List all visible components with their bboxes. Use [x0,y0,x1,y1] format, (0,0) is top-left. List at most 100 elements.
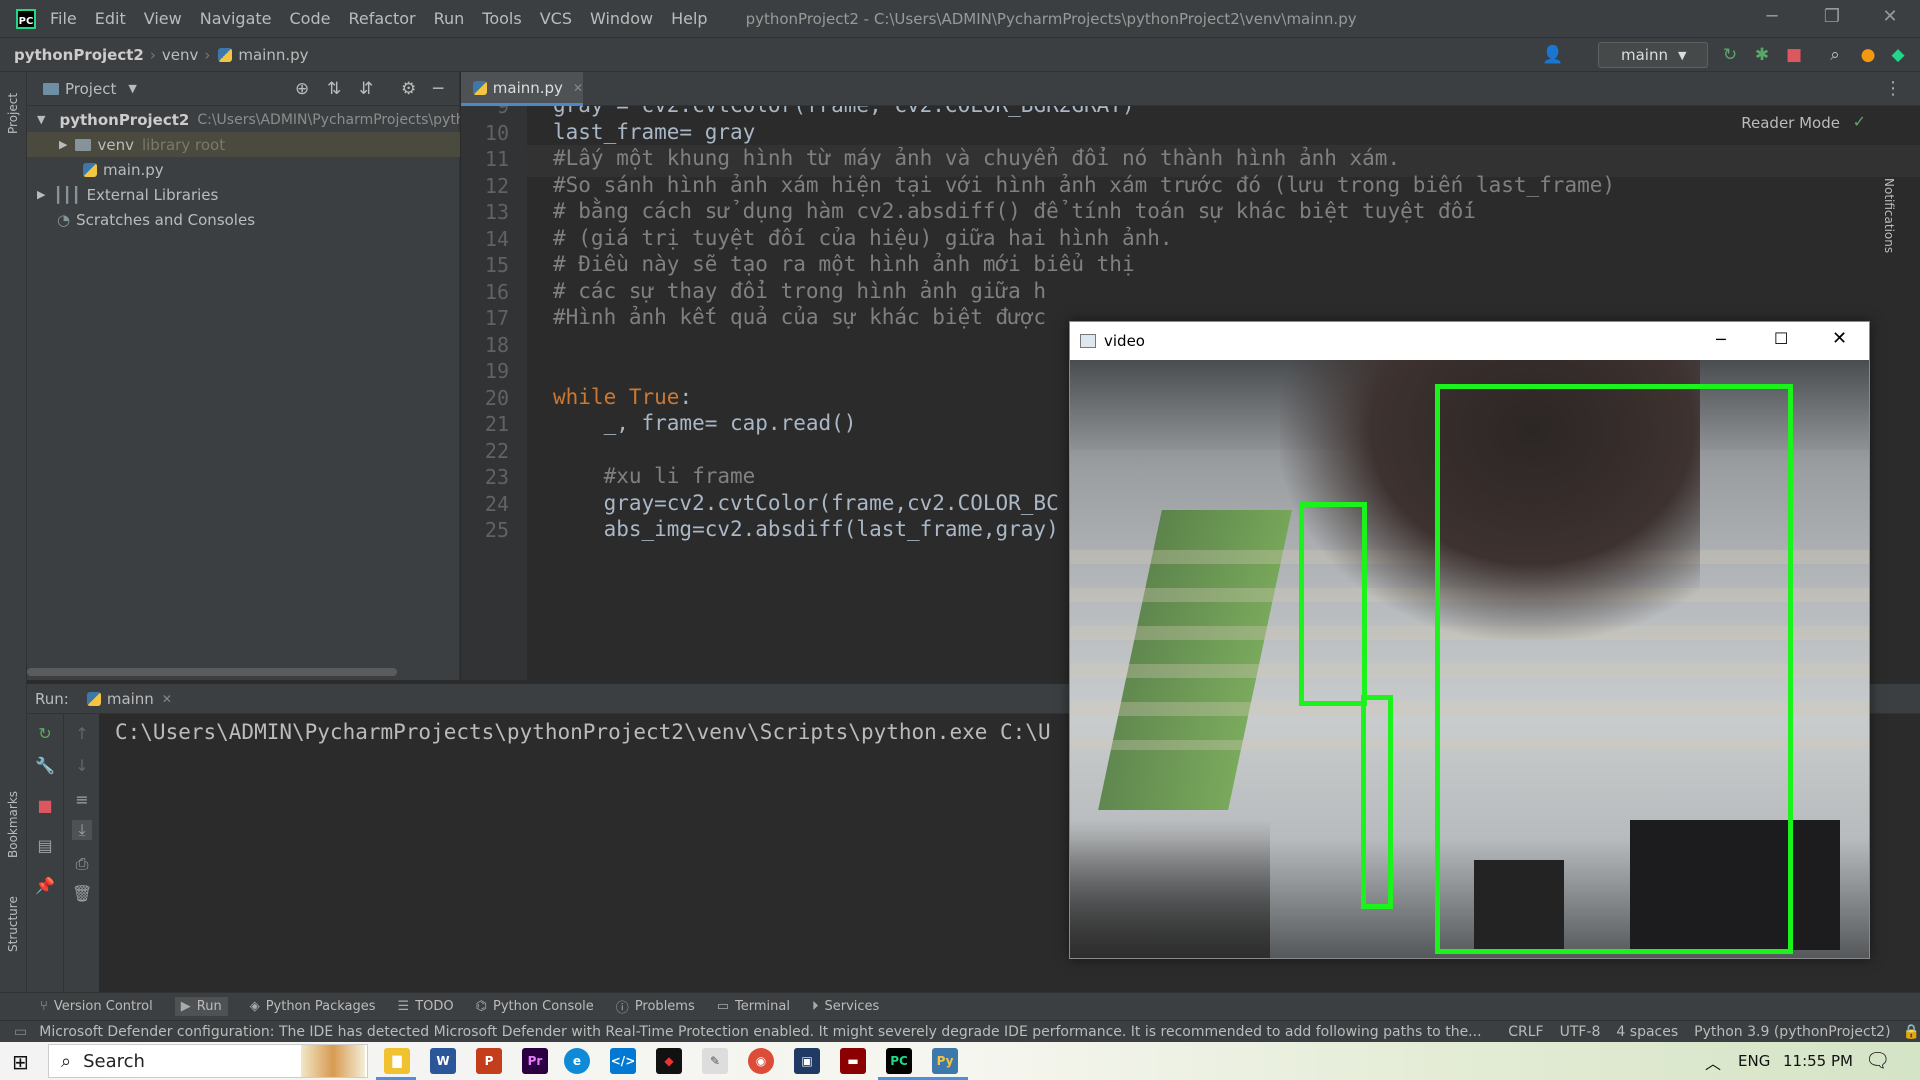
tree-item-root[interactable]: ▼ pythonProject2 C:\Users\ADMIN\PycharmP… [27,107,460,132]
powerpoint-icon[interactable]: P [476,1048,502,1074]
project-panel-title[interactable]: Project [65,80,116,98]
rerun-icon[interactable]: ↻ [35,724,55,744]
tool-tab-problems[interactable]: ⓘ Problems [616,997,695,1016]
menu-vcs[interactable]: VCS [540,9,572,28]
layout-icon[interactable]: ▤ [35,836,55,856]
tool-tab-python-console[interactable]: ⌬ Python Console [476,999,594,1014]
code-line[interactable]: #So sánh hình ảnh xám hiện tại với hình … [553,173,1615,197]
tool-tab-services[interactable]: ⏵ Services [812,999,879,1014]
wrench-icon[interactable]: 🔧 [35,756,55,776]
menu-run[interactable]: Run [434,9,465,28]
pin-icon[interactable]: 📌 [35,876,55,896]
tree-item-external[interactable]: ▶ ┃┃┃ External Libraries [27,182,460,207]
code-line[interactable]: #Lấy một khung hình từ máy ảnh và chuyển… [553,146,1400,170]
menu-view[interactable]: View [144,9,182,28]
tree-item-scratches[interactable]: ◔ Scratches and Consoles [27,207,460,232]
file-encoding[interactable]: UTF-8 [1560,1024,1601,1040]
file-explorer-icon[interactable]: ▇ [384,1048,410,1074]
lock-icon[interactable]: 🔒 [1903,1024,1920,1040]
breadcrumb-project[interactable]: pythonProject2 [14,46,144,64]
indent-setting[interactable]: 4 spaces [1616,1024,1678,1040]
premiere-icon[interactable]: Pr [522,1048,548,1074]
jetbrains-icon[interactable]: ◆ [1888,45,1908,65]
soft-wrap-icon[interactable]: ≡ [72,790,92,810]
run-tab[interactable]: mainn [107,690,154,708]
project-tool-tab[interactable]: Project [6,93,20,134]
tool-tab-terminal[interactable]: ▭ Terminal [717,999,790,1014]
close-tab-icon[interactable]: ✕ [573,81,583,95]
structure-tool-tab[interactable]: Structure [6,896,20,952]
tab-mainn-py[interactable]: mainn.py ✕ [461,72,583,106]
menu-window[interactable]: Window [590,9,653,28]
code-line[interactable]: abs_img=cv2.absdiff(last_frame,gray) [553,517,1059,541]
interpreter[interactable]: Python 3.9 (pythonProject2) [1694,1024,1890,1040]
user-icon[interactable]: 👤 [1542,45,1563,65]
collapse-all-icon[interactable]: ⇵ [359,79,373,99]
expand-all-icon[interactable]: ⇅ [327,79,341,99]
horizontal-scrollbar[interactable] [27,668,397,676]
print-icon[interactable]: ⎙ [72,854,92,874]
breadcrumb-file[interactable]: mainn.py [238,46,308,64]
tree-item-venv[interactable]: ▶ venv library root [27,132,460,157]
code-line[interactable]: _, frame= cap.read() [553,411,857,435]
update-icon[interactable]: ● [1858,45,1878,65]
arrow-down-icon[interactable]: ↓ [72,756,92,776]
hide-icon[interactable]: ─ [433,79,443,99]
pycharm-taskbar-icon[interactable]: PC [886,1048,912,1074]
video-window[interactable]: video ─ ☐ ✕ [1069,321,1870,959]
taskbar-search[interactable]: ⌕ Search [48,1044,368,1078]
language-indicator[interactable]: ENG [1738,1052,1770,1070]
trash-icon[interactable]: 🗑 [72,884,92,904]
code-line[interactable]: #Hình ảnh kết quả của sự khác biệt được [553,305,1046,329]
locate-icon[interactable]: ⊕ [295,79,309,99]
tree-item-main[interactable]: main.py [27,157,460,182]
tool-tab-version-control[interactable]: ⑂ Version Control [40,999,153,1014]
minimize-icon[interactable]: ─ [1752,6,1792,27]
vscode-icon[interactable]: </> [610,1048,636,1074]
arrow-up-icon[interactable]: ↑ [72,724,92,744]
close-icon[interactable]: ✕ [1832,328,1847,349]
menu-code[interactable]: Code [290,9,331,28]
code-line[interactable]: # Điều này sẽ tạo ra một hình ảnh mới bi… [553,252,1135,276]
maximize-icon[interactable]: ☐ [1774,329,1788,348]
restore-icon[interactable]: ❐ [1812,6,1852,27]
menu-refactor[interactable]: Refactor [348,9,415,28]
more-icon[interactable]: ⋮ [1884,78,1902,99]
app-window-icon[interactable]: ▣ [794,1048,820,1074]
scroll-to-end-icon[interactable]: ⤓ [72,820,92,840]
status-message[interactable]: Microsoft Defender configuration: The ID… [39,1024,1484,1040]
search-icon[interactable]: ⌕ [1825,45,1845,65]
code-line[interactable]: #xu li frame [553,464,756,488]
bookmarks-tool-tab[interactable]: Bookmarks [6,791,20,858]
stop-icon[interactable]: ■ [35,796,55,816]
menu-edit[interactable]: Edit [95,9,126,28]
menu-tools[interactable]: Tools [482,9,521,28]
close-tab-icon[interactable]: ✕ [162,692,172,706]
code-line[interactable]: # (giá trị tuyệt đối của hiệu) giữa hai … [553,226,1173,250]
code-line[interactable]: # các sự thay đổi trong hình ảnh giữa h [553,279,1046,303]
menu-file[interactable]: File [50,9,77,28]
chevron-down-icon[interactable]: ▼ [128,82,136,95]
python-taskbar-icon[interactable]: Py [932,1048,958,1074]
tool-tab-run[interactable]: ▶ Run [174,997,228,1016]
stop-icon[interactable]: ■ [1784,45,1804,65]
line-separator[interactable]: CRLF [1508,1024,1543,1040]
windows-start-icon[interactable]: ⊞ [12,1050,29,1074]
minimize-icon[interactable]: ─ [1716,330,1726,349]
debug-icon[interactable]: ✱ [1752,45,1772,65]
notification-center-icon[interactable]: 🗨 [1865,1048,1890,1072]
notifications-tool-tab[interactable]: Notifications [1882,178,1896,253]
chevron-up-icon[interactable]: ︿ [1705,1050,1721,1074]
app-red-icon[interactable]: ▬ [840,1048,866,1074]
edge-icon[interactable]: e [564,1048,590,1074]
code-line[interactable]: gray = cv2.cvtColor(frame, cv2.COLOR_BGR… [553,106,1135,117]
code-line[interactable]: gray=cv2.cvtColor(frame,cv2.COLOR_BC [553,491,1059,515]
menu-navigate[interactable]: Navigate [200,9,272,28]
word-icon[interactable]: W [430,1048,456,1074]
chrome-icon[interactable]: ◉ [748,1048,774,1074]
close-icon[interactable]: ✕ [1870,6,1910,27]
menu-help[interactable]: Help [671,9,707,28]
paint-icon[interactable]: ✎ [702,1048,728,1074]
app-icon[interactable]: ◆ [656,1048,682,1074]
reader-mode-toggle[interactable]: Reader Mode [1741,114,1840,132]
